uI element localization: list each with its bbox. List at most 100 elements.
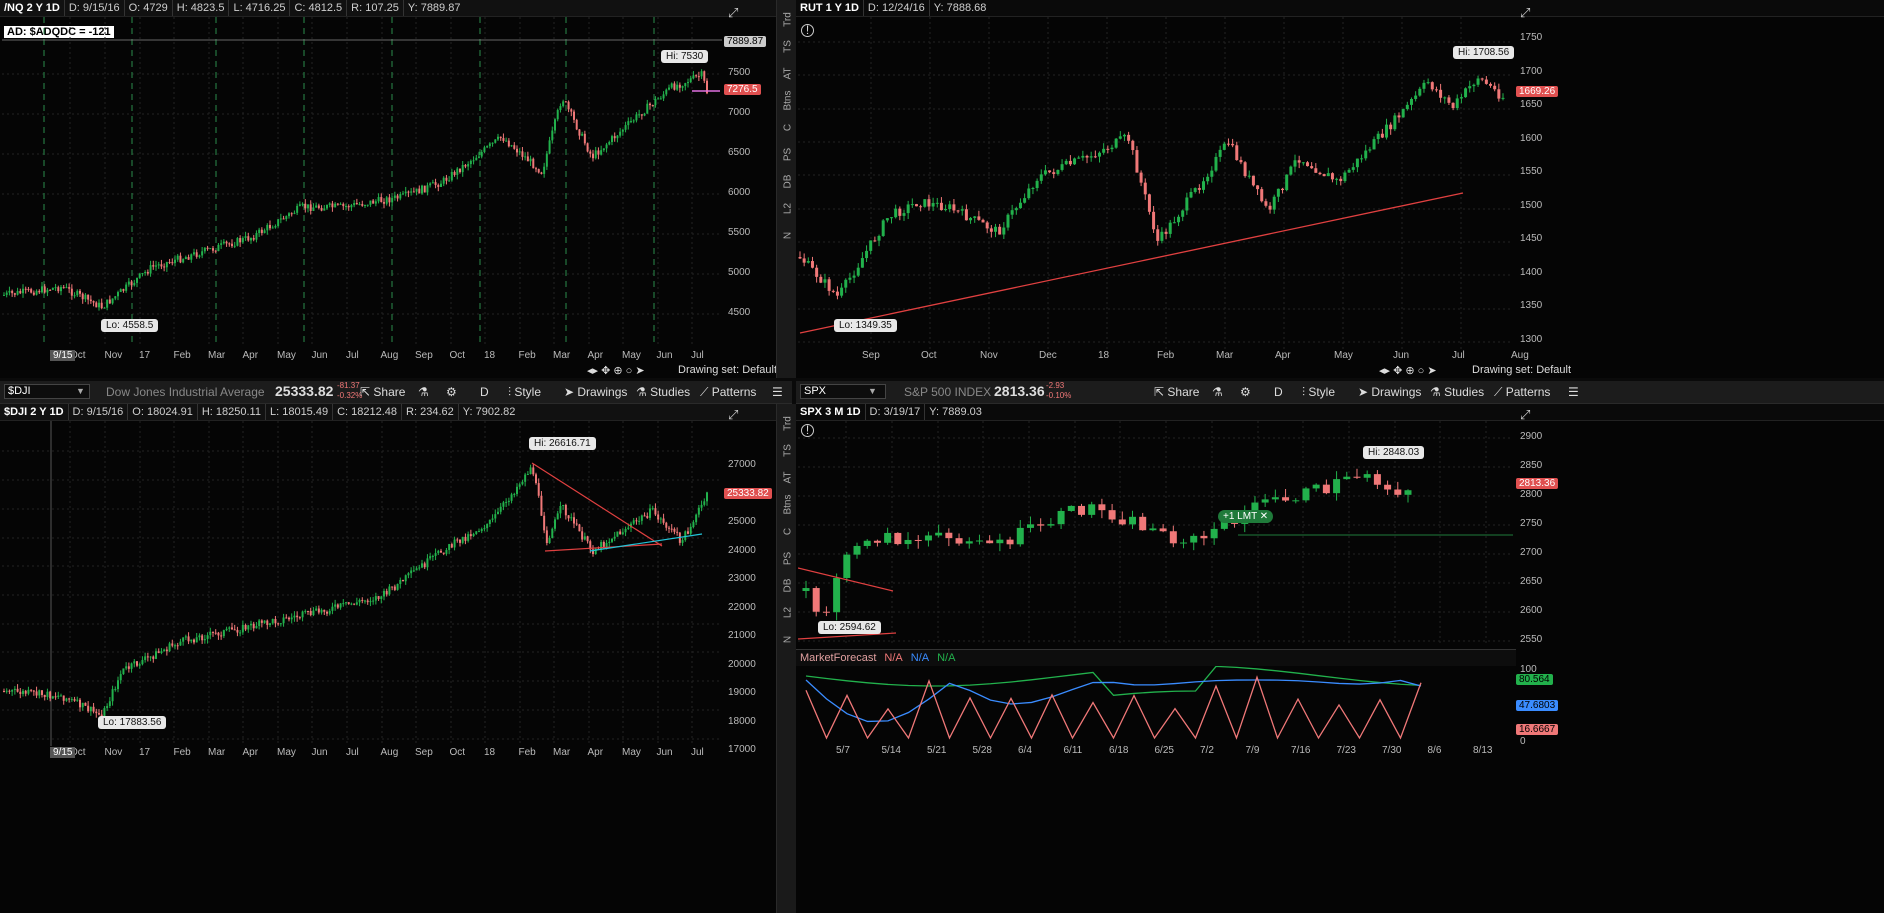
spx-gear-icon[interactable]: ⚙ [1240,385,1251,399]
spx-chart-pane[interactable]: SPX 3 M 1D D: 3/19/17 Y: 7889.03 ! 2900 285… [796,404,1884,913]
rut-expand-icon[interactable]: ⤢ [1520,5,1530,21]
x-tick-label: Feb [518,350,536,361]
rut-date: D: 12/24/16 [862,0,929,16]
rut-y-axis: 1750 1700 1650 1600 1550 1500 1450 1400 1350 1300 [1516,17,1566,350]
y-tick-label: 2900 [1520,431,1543,442]
x-tick-label: 6/4 [1018,745,1032,756]
side-tab-db[interactable]: DB [783,171,794,193]
side-tab-ts[interactable]: TS [783,36,794,58]
x-tick-label: Feb [173,350,191,361]
x-tick-label: 7/9 [1245,745,1260,756]
side-tab-c[interactable]: C [783,117,794,139]
dji-symbol-dropdown-icon[interactable]: ▼ [76,386,85,396]
side-tab-n[interactable]: N [783,225,794,247]
rut-drawing-set[interactable]: Drawing set: Default [1472,364,1571,376]
spx-symbol-dropdown-icon[interactable]: ▼ [868,386,877,396]
spx-studies-button[interactable]: ⚗ Studies [1430,385,1484,399]
x-tick-label: 18 [1098,350,1110,361]
nq-lo-bubble: Lo: 4558.5 [101,319,159,332]
spx-style-button[interactable]: ⫶ Style [1302,385,1335,400]
x-tick-label: 5/14 [881,745,901,756]
rut-last-price-tag: 1669.26 [1516,86,1559,97]
dji-flask-icon[interactable]: ⚗ [418,385,429,399]
spx-patterns-label: Patterns [1505,385,1551,399]
side-tab-ts[interactable]: TS [783,440,794,462]
side-tab-l2[interactable]: L2 [783,602,794,624]
side-tab-n[interactable]: N [783,629,794,651]
dji-aggregation-button[interactable]: D [480,385,489,399]
side-tab-c[interactable]: C [783,521,794,543]
x-tick-label: Jun [656,747,673,758]
y-tick-label: 2650 [1520,576,1543,587]
rut-chart-pane[interactable]: RUT 1 Y 1D D: 12/24/16 Y: 7888.68 ! 1750 17… [796,0,1884,378]
spx-flask-icon[interactable]: ⚗ [1212,385,1223,399]
x-tick-label: Feb [1157,350,1175,361]
dji-patterns-button[interactable]: ⟋ Patterns [700,385,756,400]
dji-price-plot[interactable] [2,421,720,746]
nq-chart-header: /NQ 2 Y 1D D: 9/15/16 O: 4729 H: 4823.5 L: 4… [0,0,778,17]
spx-price: 2813.36 [994,383,1045,399]
dji-chart-pane[interactable]: $DJI 2 Y 1D D: 9/15/16 O: 18024.91 H: 18250… [0,404,778,913]
x-tick-label: Sep [415,350,433,361]
x-tick-label: May [622,350,641,361]
dji-share-button[interactable]: ⇱ Share [360,385,405,399]
dji-drawings-button[interactable]: ➤ Drawings [564,385,627,399]
spx-patterns-button[interactable]: ⟋ Patterns [1494,385,1550,400]
spx-menu-icon[interactable]: ☰ [1568,385,1579,399]
spx-drawings-label: Drawings [1371,385,1422,399]
spx-expand-icon[interactable]: ⤢ [1520,407,1530,423]
side-tab-trd[interactable]: Trd [783,413,794,435]
spx-order-tag[interactable]: +1 LMT ✕ [1218,510,1274,523]
x-tick-label: Jul [691,747,704,758]
side-tab-db[interactable]: DB [783,575,794,597]
spx-study-name[interactable]: MarketForecast [796,650,880,666]
rut-footer-controls[interactable]: ◂▸ ✥ ⊕ ○ ➤ [1379,364,1437,377]
side-tab-btns[interactable]: Btns [783,494,794,516]
y-tick-label: 1400 [1520,266,1543,278]
x-tick-label: 5/28 [972,745,992,756]
dji-style-button[interactable]: ⫶ Style [508,385,541,400]
x-tick-label: May [622,747,641,758]
side-tab-trd[interactable]: Trd [783,9,794,31]
dji-x-axis: Oct Nov 17 Feb Mar Apr May Jun Jul Aug Sep Oct 18 Feb… [0,747,722,761]
nq-footer-controls[interactable]: ◂▸ ✥ ⊕ ○ ➤ [587,364,645,377]
close-icon[interactable]: ✕ [1260,511,1268,522]
side-tab-ps[interactable]: PS [783,548,794,570]
rut-chart-header: RUT 1 Y 1D D: 12/24/16 Y: 7888.68 [796,0,1884,17]
spx-aggregation-button[interactable]: D [1274,385,1283,399]
nq-expand-icon[interactable]: ⤢ [728,5,738,21]
side-tab-l2[interactable]: L2 [783,198,794,220]
x-tick-label: Jun [311,747,328,758]
spx-drawings-button[interactable]: ➤ Drawings [1358,385,1421,399]
dji-menu-icon[interactable]: ☰ [772,385,783,399]
side-tab-at[interactable]: AT [783,63,794,85]
spx-study-tag-blue: 47.6803 [1516,700,1559,711]
nq-symbol-label: /NQ 2 Y 1D [4,2,60,14]
share-icon: ⇱ [360,385,371,399]
spx-study-plot[interactable] [798,666,1513,744]
x-tick-label: 17 [139,747,151,758]
y-tick-label: 22000 [728,601,756,613]
dji-gear-icon[interactable]: ⚙ [446,385,457,399]
dji-lo-bubble: Lo: 17883.56 [98,716,167,729]
x-tick-label: 18 [484,350,496,361]
x-tick-label: 5/21 [927,745,947,756]
nq-chart-pane[interactable]: /NQ 2 Y 1D D: 9/15/16 O: 4729 H: 4823.5 L: 4… [0,0,799,378]
dji-y: Y: 7902.82 [457,404,520,420]
y-tick-label: 2700 [1520,547,1543,558]
side-tab-at[interactable]: AT [783,467,794,489]
dji-expand-icon[interactable]: ⤢ [728,407,738,423]
rut-price-plot[interactable] [798,17,1513,350]
nq-drawing-set[interactable]: Drawing set: Default [678,364,777,376]
dji-chart-header: $DJI 2 Y 1D D: 9/15/16 O: 18024.91 H: 18250… [0,404,778,421]
side-tab-btns[interactable]: Btns [783,90,794,112]
spx-share-button[interactable]: ⇱ Share [1154,385,1199,399]
y-tick-label: 1300 [1520,333,1543,345]
dji-share-label: Share [373,385,406,399]
nq-price-plot[interactable] [2,17,722,347]
dji-studies-label: Studies [650,385,691,399]
side-tab-ps[interactable]: PS [783,144,794,166]
x-tick-label: Jul [1452,350,1465,361]
x-tick-label: Apr [587,350,604,361]
dji-studies-button[interactable]: ⚗ Studies [636,385,690,399]
